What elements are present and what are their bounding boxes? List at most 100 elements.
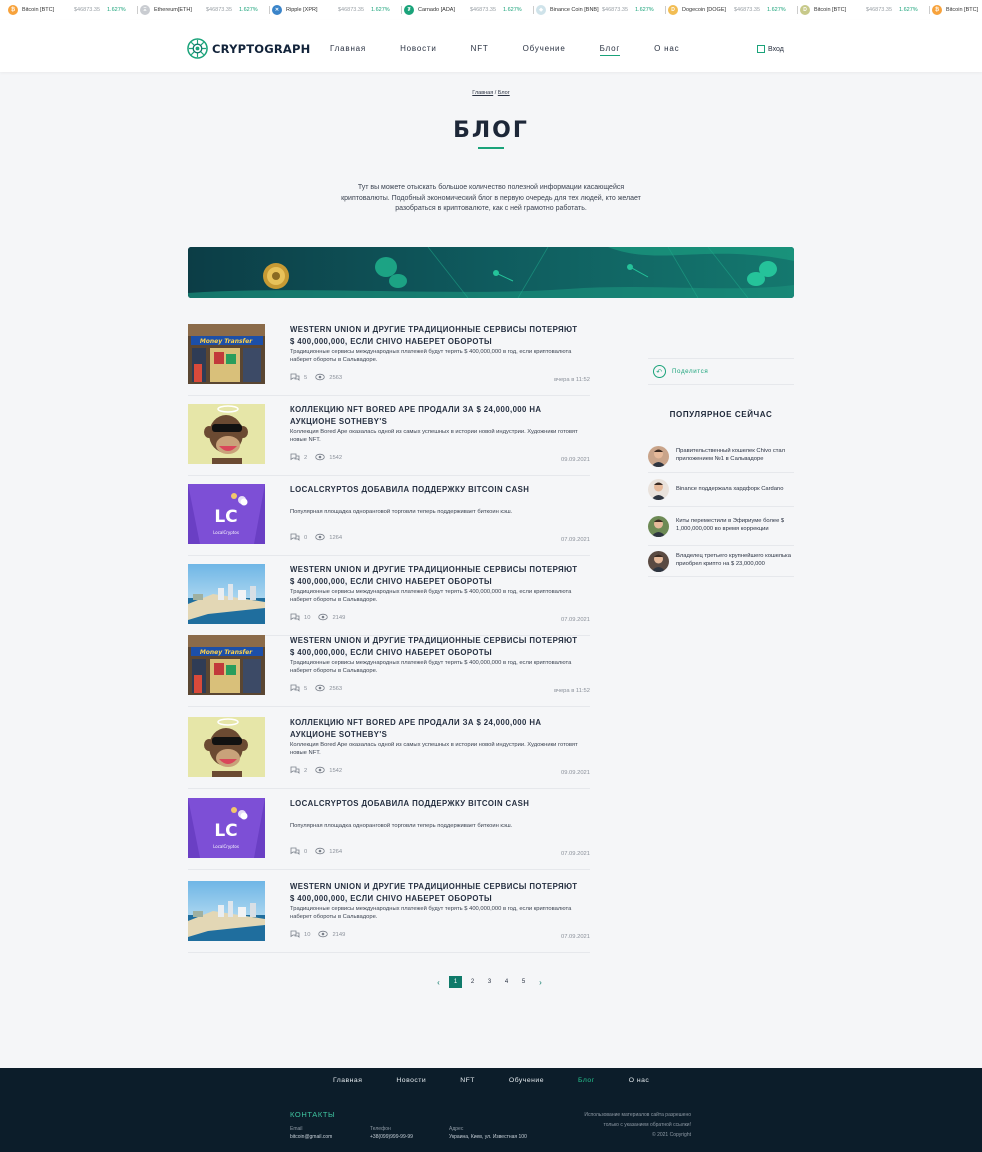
nav-item[interactable]: NFT <box>471 44 489 53</box>
post-title[interactable]: WESTERN UNION И ДРУГИЕ ТРАДИЦИОННЫЕ СЕРВ… <box>290 881 580 904</box>
blog-post[interactable]: LC LocalCryptos LOCALCRYPTOS ДОБАВИЛА ПОДД… <box>188 484 590 556</box>
blog-post[interactable]: LC LocalCryptos LOCALCRYPTOS ДОБАВИЛА ПОДД… <box>188 798 590 870</box>
post-excerpt: Популярная площадка одноранговой торговл… <box>290 823 513 829</box>
coin-icon: ₮ <box>404 5 414 15</box>
footer-nav-item[interactable]: NFT <box>460 1077 475 1084</box>
copyright-line-1: Использование материалов сайта разрешено <box>584 1112 691 1118</box>
footer-nav-item[interactable]: Главная <box>333 1077 362 1084</box>
nav-item[interactable]: Главная <box>330 44 366 53</box>
views-icon <box>315 453 325 463</box>
promo-banner[interactable] <box>188 247 794 298</box>
post-excerpt: Коллекция Bored Ape оказалась одной из с… <box>290 429 578 443</box>
next-page-icon[interactable]: › <box>534 976 547 988</box>
popular-item[interactable]: Владелец третьего крупнейшего кошелька п… <box>648 546 794 577</box>
post-thumbnail[interactable]: LC LocalCryptos <box>188 798 265 858</box>
blog-post[interactable]: Money Transfer WESTERN UNION И ДРУГИЕ ТРА… <box>188 635 590 707</box>
popular-item[interactable]: Binance поддержала хардфорк Cardano <box>648 473 794 507</box>
login-button[interactable]: Вход <box>757 45 784 53</box>
ticker-item[interactable]: ₿ Bitcoin [BTC] $46873.35 1.627% <box>8 5 140 15</box>
main-nav: Главная Новости NFT Обучение Блог О нас <box>330 44 713 56</box>
post-divider <box>188 395 590 396</box>
post-divider <box>188 788 590 789</box>
post-thumbnail[interactable]: Money Transfer <box>188 635 265 695</box>
email-link[interactable]: bitcoin@gmail.com <box>290 1133 332 1141</box>
post-title[interactable]: WESTERN UNION И ДРУГИЕ ТРАДИЦИОННЫЕ СЕРВ… <box>290 564 580 587</box>
footer-nav-item[interactable]: Обучение <box>509 1077 544 1084</box>
page-button[interactable]: 3 <box>483 976 496 988</box>
footer-email: Email bitcoin@gmail.com <box>290 1125 332 1141</box>
post-divider <box>188 869 590 870</box>
comments-count: 10 <box>304 932 311 938</box>
ticker-item[interactable]: ₿ Bitcoin [BTC] <box>932 5 982 15</box>
blog-post[interactable]: КОЛЛЕКЦИЮ NFT BORED APE ПРОДАЛИ ЗА $ 24,… <box>188 404 590 476</box>
blog-post[interactable]: КОЛЛЕКЦИЮ NFT BORED APE ПРОДАЛИ ЗА $ 24,… <box>188 717 590 789</box>
post-thumbnail[interactable] <box>188 404 265 464</box>
post-thumbnail[interactable] <box>188 881 265 941</box>
ticker-item[interactable]: ◆ Binance Coin [BNB] $46873.35 1.627% <box>536 5 668 15</box>
avatar <box>648 445 669 467</box>
logo-icon <box>187 38 208 59</box>
post-thumbnail[interactable] <box>188 717 265 777</box>
prev-page-icon[interactable]: ‹ <box>432 976 445 988</box>
views-count: 1264 <box>329 535 343 541</box>
footer-nav-item[interactable]: Блог <box>578 1077 595 1084</box>
nav-item[interactable]: О нас <box>654 44 679 53</box>
views-icon <box>318 930 329 940</box>
page-button[interactable]: 5 <box>517 976 530 988</box>
svg-text:LC: LC <box>214 821 237 841</box>
comments-icon <box>290 847 300 857</box>
breadcrumb-current[interactable]: Блог <box>498 90 510 96</box>
svg-text:Money Transfer: Money Transfer <box>200 338 253 345</box>
site-footer: Главная Новости NFT Обучение Блог О нас КОНТА… <box>0 1068 982 1152</box>
coin-icon: ₿ <box>8 5 18 15</box>
post-title[interactable]: WESTERN UNION И ДРУГИЕ ТРАДИЦИОННЫЕ СЕРВ… <box>290 635 580 658</box>
page-button[interactable]: 4 <box>500 976 513 988</box>
breadcrumb-home[interactable]: Главная <box>472 90 493 96</box>
post-meta: 5 2563 <box>290 373 342 383</box>
ticker-item[interactable]: D Bitcoin [BTC] $46873.35 1.627% <box>800 5 932 15</box>
post-divider <box>188 952 590 953</box>
nav-item[interactable]: Новости <box>400 44 437 53</box>
ticker-item[interactable]: ✕ Ripple [XPR] $46873.35 1.627% <box>272 5 404 15</box>
ticker-item[interactable]: D Dogecoin [DOGE] $46873.35 1.627% <box>668 5 800 15</box>
footer-nav-item[interactable]: Новости <box>396 1077 426 1084</box>
post-date: 07.09.2021 <box>560 617 590 623</box>
nav-item[interactable]: Блог <box>599 44 621 56</box>
post-date: 07.09.2021 <box>560 851 590 857</box>
popular-item[interactable]: Правительственный кошелек Chivo стал при… <box>648 440 794 473</box>
post-divider <box>188 706 590 707</box>
post-thumbnail[interactable]: Money Transfer <box>188 324 265 384</box>
logo-text: CRYPTOGRAPH <box>212 41 311 56</box>
page-button[interactable]: 2 <box>466 976 479 988</box>
nav-item[interactable]: Обучение <box>523 44 566 53</box>
coin-change: 1.627% <box>371 7 390 13</box>
coin-name: Carnado [ADA] <box>418 7 455 13</box>
post-title[interactable]: КОЛЛЕКЦИЮ NFT BORED APE ПРОДАЛИ ЗА $ 24,… <box>290 404 580 427</box>
post-title[interactable]: LOCALCRYPTOS ДОБАВИЛА ПОДДЕРЖКУ BITCOIN … <box>290 484 580 496</box>
address-text: Украина, Киев, ул. Известная 100 <box>449 1134 527 1140</box>
popular-item[interactable]: Киты переместили в Эфириуме более $ 1,00… <box>648 507 794 546</box>
blog-post[interactable]: Money Transfer WESTERN UNION И ДРУГИЕ ТРА… <box>188 324 590 396</box>
footer-address: Адрес Украина, Киев, ул. Известная 100 <box>449 1125 527 1141</box>
blog-post[interactable]: WESTERN UNION И ДРУГИЕ ТРАДИЦИОННЫЕ СЕРВ… <box>188 564 590 636</box>
comments-count: 5 <box>304 375 308 381</box>
coin-price: $46873.35 <box>338 7 364 13</box>
logo[interactable]: CRYPTOGRAPH <box>187 38 311 59</box>
post-meta: 2 1542 <box>290 453 342 463</box>
post-date: 07.09.2021 <box>560 537 590 543</box>
post-title[interactable]: КОЛЛЕКЦИЮ NFT BORED APE ПРОДАЛИ ЗА $ 24,… <box>290 717 580 740</box>
post-title[interactable]: LOCALCRYPTOS ДОБАВИЛА ПОДДЕРЖКУ BITCOIN … <box>290 798 580 810</box>
ticker-item[interactable]: ₮ Carnado [ADA] $46873.35 1.627% <box>404 5 536 15</box>
ticker-item[interactable]: Ξ Ethereum[ETH] $46873.35 1.627% <box>140 5 272 15</box>
blog-post[interactable]: WESTERN UNION И ДРУГИЕ ТРАДИЦИОННЫЕ СЕРВ… <box>188 881 590 953</box>
post-thumbnail[interactable]: LC LocalCryptos <box>188 484 265 544</box>
share-button[interactable]: ↶ Поделится <box>648 358 794 385</box>
post-thumbnail[interactable] <box>188 564 265 624</box>
footer-nav-item[interactable]: О нас <box>629 1077 650 1084</box>
post-title[interactable]: WESTERN UNION И ДРУГИЕ ТРАДИЦИОННЫЕ СЕРВ… <box>290 324 580 347</box>
email-label: Email <box>290 1126 303 1132</box>
page-button[interactable]: 1 <box>449 976 462 988</box>
coin-change: 1.627% <box>503 7 522 13</box>
phone-link[interactable]: +38(099)999-99-99 <box>370 1133 413 1141</box>
coin-price: $46873.35 <box>734 7 760 13</box>
